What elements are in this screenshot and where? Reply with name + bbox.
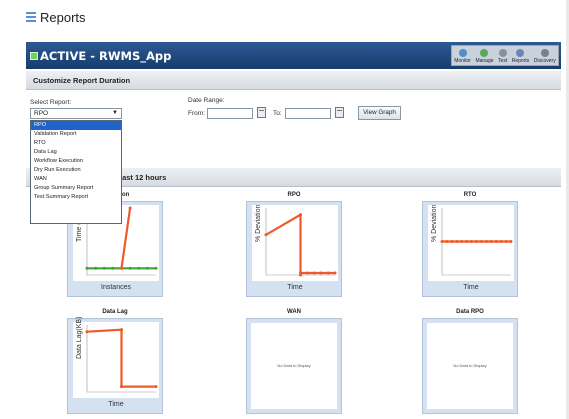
- dropdown-option-wan[interactable]: WAN: [31, 175, 121, 184]
- data-point: [94, 266, 98, 270]
- data-point: [475, 240, 478, 243]
- data-point: [326, 271, 330, 275]
- chart-ylabel: % Deviation: [431, 204, 438, 242]
- to-calendar-icon[interactable]: [335, 107, 344, 118]
- dropdown-option-test-summary-report[interactable]: Test Summary Report: [31, 193, 121, 202]
- data-point: [145, 266, 149, 270]
- manage-icon: [480, 49, 489, 57]
- data-point: [504, 240, 508, 243]
- test-icon: [498, 49, 507, 57]
- data-point: [440, 240, 444, 243]
- data-point: [85, 330, 89, 334]
- data-point: [499, 240, 503, 243]
- discovery-icon: [540, 49, 549, 57]
- chart-title: Data RPO: [456, 309, 484, 315]
- chart-xlabel: Time: [108, 401, 124, 408]
- chart-plot: [73, 322, 159, 398]
- reports-page-icon: [26, 11, 36, 24]
- data-point: [450, 240, 454, 243]
- monitor-icon: [458, 49, 467, 57]
- data-point: [102, 266, 106, 270]
- series-line-1: [120, 207, 132, 269]
- chart-plot: [428, 205, 514, 281]
- chart-plot: [252, 205, 338, 281]
- dropdown-option-rpo[interactable]: RPO: [31, 121, 121, 130]
- chart-ylabel: % Deviation: [255, 204, 262, 242]
- data-point: [120, 266, 123, 270]
- chart-title: RPO: [287, 192, 301, 198]
- page-title: Reports: [40, 9, 86, 25]
- data-point: [445, 240, 449, 243]
- report-select[interactable]: RPO ▼: [30, 108, 122, 119]
- date-range-label: Date Range:: [188, 97, 225, 104]
- data-point: [484, 240, 488, 243]
- data-point: [111, 266, 115, 270]
- app-title: ACTIVE - RWMS_App: [40, 48, 172, 63]
- data-point: [128, 206, 132, 210]
- dropdown-option-rto[interactable]: RTO: [31, 139, 121, 148]
- data-point: [319, 271, 323, 275]
- no-data-message: No Data to Display: [453, 363, 487, 368]
- chart-ylabel: Data Lag(KB): [76, 316, 83, 359]
- customize-duration-header: Customize Report Duration: [26, 71, 561, 90]
- chart-xlabel: Instances: [101, 284, 131, 291]
- view-graph-button[interactable]: View Graph: [358, 106, 401, 120]
- from-label: From:: [188, 110, 205, 117]
- report-select-value: RPO: [34, 110, 49, 117]
- data-point: [312, 271, 316, 275]
- data-point: [299, 271, 302, 275]
- select-report-label: Select Report:: [30, 99, 72, 106]
- toolbar-manage-button[interactable]: Manage: [475, 49, 494, 64]
- dropdown-option-group-summary-report[interactable]: Group Summary Report: [31, 184, 121, 193]
- chart-title: Data Lag: [102, 309, 128, 315]
- data-point: [465, 240, 469, 243]
- toolbar: Monitor Manage Test Reports Discovery: [451, 45, 559, 66]
- data-point: [264, 233, 268, 237]
- chart-title: WAN: [287, 309, 301, 315]
- series-line-0: [86, 328, 122, 333]
- data-point: [333, 271, 337, 275]
- to-label: To:: [273, 110, 282, 117]
- data-point: [128, 266, 132, 270]
- app-title-bar: ACTIVE - RWMS_App Monitor Manage Test Re…: [26, 42, 561, 69]
- chart-xlabel: Time: [287, 284, 303, 291]
- data-point: [305, 271, 309, 275]
- data-point: [154, 266, 158, 270]
- data-point: [479, 240, 483, 243]
- data-point: [489, 240, 493, 243]
- reports-icon: [516, 49, 525, 57]
- page-header: Reports: [26, 6, 86, 28]
- chart-title: RTO: [463, 192, 477, 198]
- to-date-input[interactable]: [285, 108, 331, 119]
- data-point: [299, 213, 302, 217]
- data-point: [85, 266, 89, 270]
- dropdown-option-dry-run-execution[interactable]: Dry Run Execution: [31, 166, 121, 175]
- from-calendar-icon[interactable]: [257, 107, 266, 118]
- no-data-message: No Data to Display: [277, 363, 311, 368]
- report-dropdown-list: RPO Validation Report RTO Data Lag Workf…: [30, 120, 122, 224]
- dropdown-option-workflow-execution[interactable]: Workflow Execution: [31, 157, 121, 166]
- toolbar-reports-button[interactable]: Reports: [512, 49, 529, 64]
- series-line-0: [265, 213, 302, 236]
- data-point: [137, 266, 141, 270]
- data-point: [470, 240, 474, 243]
- dropdown-option-validation-report[interactable]: Validation Report: [31, 130, 121, 139]
- data-point: [154, 385, 158, 389]
- from-date-input[interactable]: [207, 108, 253, 119]
- toolbar-monitor-button[interactable]: Monitor: [454, 49, 471, 64]
- data-point: [455, 240, 459, 243]
- data-point: [509, 240, 513, 243]
- chart-xlabel: Time: [463, 284, 479, 291]
- chevron-down-icon: ▼: [112, 110, 118, 116]
- toolbar-test-button[interactable]: Test: [498, 49, 507, 64]
- dropdown-option-data-lag[interactable]: Data Lag: [31, 148, 121, 157]
- data-point: [460, 240, 464, 243]
- active-status-icon: [30, 51, 38, 60]
- data-point: [120, 385, 123, 389]
- data-point: [494, 240, 498, 243]
- data-point: [120, 328, 123, 332]
- toolbar-discovery-button[interactable]: Discovery: [534, 49, 556, 64]
